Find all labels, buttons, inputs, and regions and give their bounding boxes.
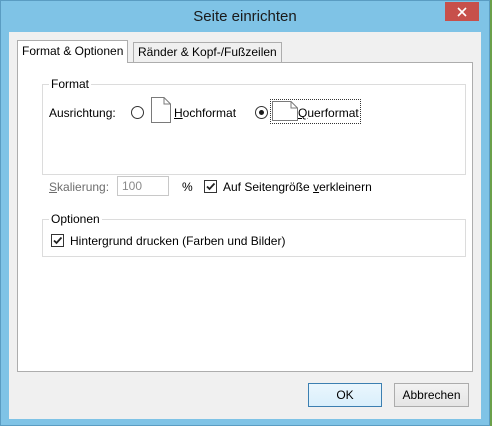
cancel-button[interactable]: Abbrechen (394, 383, 469, 407)
scaling-unit: % (182, 180, 193, 194)
landscape-radio[interactable] (255, 106, 268, 119)
background-label-prefix: Hinter (70, 234, 103, 248)
portrait-page-icon (151, 97, 171, 123)
tab-margins-headers[interactable]: Ränder & Kopf-/Fußzeilen (133, 42, 282, 62)
portrait-accel: H (174, 106, 183, 120)
orientation-label: Ausrichtung: (49, 106, 116, 120)
landscape-page-icon (272, 101, 298, 121)
landscape-radio-dot (259, 110, 264, 115)
format-group: Format (42, 77, 466, 175)
shrink-to-fit-label[interactable]: Auf Seitengröße verkleinern (223, 180, 372, 194)
options-group-legend: Optionen (49, 212, 102, 226)
close-icon (457, 6, 467, 17)
checkmark-icon (206, 182, 216, 191)
dialog-title: Seite einrichten (193, 8, 297, 25)
shrink-label-rest: erkleinern (319, 180, 372, 194)
background-label-rest: rund drucken (Farben und Bilder) (108, 234, 286, 248)
title-bar[interactable]: Seite einrichten (1, 1, 489, 32)
portrait-label[interactable]: Hochformat (174, 106, 236, 120)
scaling-label: Skalierung: (49, 180, 109, 194)
shrink-label-prefix: Auf Seitengröße (223, 180, 314, 194)
print-background-checkbox[interactable] (51, 234, 64, 247)
landscape-label-rest: uerformat (307, 106, 359, 120)
tab-format-options[interactable]: Format & Optionen (17, 40, 129, 63)
format-group-legend: Format (49, 77, 92, 91)
scaling-accel: S (49, 180, 58, 194)
dialog-body: Format & Optionen Ränder & Kopf-/Fußzeil… (9, 32, 481, 419)
checkmark-icon (53, 236, 63, 245)
scaling-input[interactable]: 100 (117, 176, 169, 196)
close-button[interactable] (445, 2, 479, 21)
portrait-label-rest: ochformat (182, 106, 237, 120)
ok-button[interactable]: OK (308, 383, 382, 407)
shrink-to-fit-checkbox[interactable] (204, 180, 217, 193)
landscape-label[interactable]: Querformat (298, 106, 359, 120)
landscape-accel: Q (298, 106, 308, 120)
scaling-label-rest: kalierung: (57, 180, 110, 194)
background-accel: g (102, 234, 109, 248)
tab-panel: Format Ausrichtung: Hochformat Querforma… (17, 62, 473, 372)
dialog-window: Seite einrichten Format & Optionen Rände… (0, 0, 490, 426)
print-background-label[interactable]: Hintergrund drucken (Farben und Bilder) (70, 234, 285, 248)
portrait-radio[interactable] (131, 106, 144, 119)
